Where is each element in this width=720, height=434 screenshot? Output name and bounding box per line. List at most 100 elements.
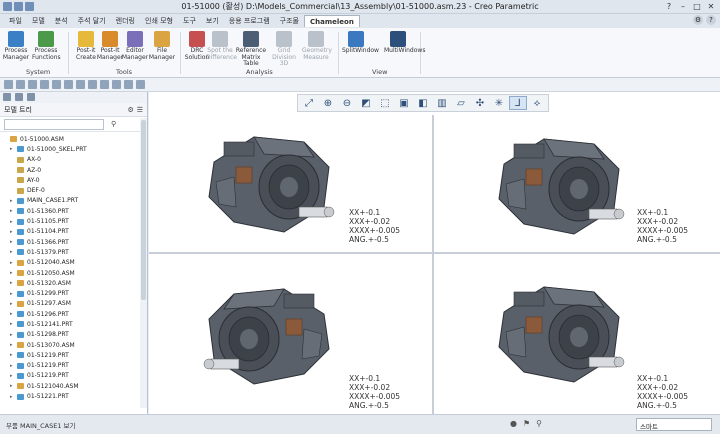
tree-filter-icon[interactable]: ☰ [137,106,143,114]
tree-item[interactable]: ▸ 01-51296.PRT [3,309,144,319]
save-icon[interactable] [28,80,37,89]
tree-item[interactable]: ▸ 01-51219.PRT [3,361,144,371]
datum-planes-icon[interactable]: ▱ [452,96,470,110]
appearance-icon[interactable] [124,80,133,89]
selection-filter-dropdown[interactable]: 스마트 [636,418,712,431]
ribbon-tab[interactable]: 렌더링 [111,15,140,27]
transmission-model-view-1[interactable] [194,112,344,242]
expand-arrow-icon[interactable]: ▸ [10,301,17,307]
help-icon[interactable]: ? [706,15,716,25]
redo-icon[interactable] [52,80,61,89]
tree-item[interactable]: ▸ 01-51320.ASM [3,278,144,288]
reference-matrix-button[interactable]: Reference Matrix Table [234,31,268,68]
expand-arrow-icon[interactable]: ▸ [10,219,17,225]
model-tree-tab-icon[interactable] [3,93,11,101]
editor-manager-button[interactable]: Editor Manager [121,31,149,61]
tree-item[interactable]: ▸ 01-51299.PRT [3,288,144,298]
tree-item[interactable]: 01-51000.ASM [3,134,144,144]
expand-arrow-icon[interactable]: ▸ [10,342,17,348]
regenerate-icon[interactable] [64,80,73,89]
expand-arrow-icon[interactable]: ▸ [10,198,17,204]
tree-item[interactable]: ▸ 01-513070.ASM [3,340,144,350]
graphics-viewport[interactable]: ⤢ ⊕ ⊖ ◩ ⬚ ▣ ◧ ▥ ▱ ✣ ✳ ⅃ ⟡ XX+-0.1 XXX+-0.… [149,92,720,414]
grid-division-button[interactable]: Grid Division 3D [270,31,298,68]
expand-arrow-icon[interactable]: ▸ [10,239,17,245]
ribbon-tab[interactable]: 보기 [201,15,224,27]
print-icon[interactable] [100,80,109,89]
process-functions-button[interactable]: Process Functions [32,31,61,61]
expand-arrow-icon[interactable]: ▸ [10,208,17,214]
repaint-icon[interactable]: ◩ [357,96,375,110]
tree-item[interactable]: ▸ 01-51219.PRT [3,350,144,360]
perspective-icon[interactable]: ▥ [433,96,451,110]
tree-search-input[interactable] [4,118,104,130]
zoom-out-icon[interactable]: ⊖ [338,96,356,110]
split-window-button[interactable]: SplitWindow [342,31,379,55]
settings-icon[interactable]: ⚙ [693,15,703,25]
window-icon[interactable] [76,80,85,89]
tree-item[interactable]: DEF-0 [3,185,144,195]
close-button[interactable]: ✕ [704,1,718,12]
display-style-icon[interactable] [112,80,121,89]
expand-arrow-icon[interactable]: ▸ [10,311,17,317]
expand-arrow-icon[interactable]: ▸ [10,394,17,400]
saved-orientations-icon[interactable]: ⬚ [376,96,394,110]
multi-windows-button[interactable]: MultiWindows [384,31,425,55]
datum-points-icon[interactable]: ✳ [490,96,508,110]
open-icon[interactable] [16,80,25,89]
geometry-measure-button[interactable]: Geometry Measure [302,31,332,61]
spot-difference-button[interactable]: Spot the Difference [206,31,237,61]
expand-arrow-icon[interactable]: ▸ [10,363,17,369]
ribbon-tab[interactable]: 도구 [178,15,201,27]
file-manager-button[interactable]: File Manager [148,31,176,61]
close-window-icon[interactable] [88,80,97,89]
expand-arrow-icon[interactable]: ▸ [10,280,17,286]
display-style-icon[interactable]: ◧ [414,96,432,110]
tree-item[interactable]: AY-0 [3,175,144,185]
expand-arrow-icon[interactable]: ▸ [10,270,17,276]
process-manager-button[interactable]: Process Manager [2,31,30,61]
search-icon[interactable]: ⚲ [111,120,116,128]
ribbon-tab[interactable]: Chameleon [303,15,360,27]
tree-item[interactable]: AX-0 [3,155,144,165]
tree-item[interactable]: ▸ 01-51104.PRT [3,227,144,237]
split-divider-vertical[interactable] [432,115,434,414]
tree-item[interactable]: ▸ 01-512040.ASM [3,258,144,268]
new-icon[interactable] [4,80,13,89]
datum-display-icon[interactable] [136,80,145,89]
ribbon-tab[interactable]: 분석 [50,15,73,27]
favorites-tab-icon[interactable] [27,93,35,101]
flag-icon[interactable]: ⚑ [523,419,530,428]
tree-item[interactable]: ▸ 01-5121040.ASM [3,381,144,391]
post-it-manager-button[interactable]: Post-It Manager [96,31,124,61]
find-icon[interactable]: ⚲ [536,419,542,428]
tree-item[interactable]: ▸ 01-51366.PRT [3,237,144,247]
refit-icon[interactable]: ⤢ [300,96,318,110]
expand-arrow-icon[interactable]: ▸ [10,352,17,358]
ribbon-tab[interactable]: 파일 [4,15,27,27]
expand-arrow-icon[interactable]: ▸ [10,146,17,152]
expand-arrow-icon[interactable]: ▸ [10,249,17,255]
tree-item[interactable]: ▸ 01-51379.PRT [3,247,144,257]
help-button[interactable]: ? [662,1,676,12]
csys-icon[interactable]: ⅃ [509,96,527,110]
undo-icon[interactable] [40,80,49,89]
tree-settings-icon[interactable]: ⚙ [127,106,133,114]
tree-item[interactable]: ▸ 01-51000_SKEL.PRT [3,144,144,154]
ribbon-tab[interactable]: 인쇄 모형 [140,15,178,27]
tree-item[interactable]: ▸ MAIN_CASE1.PRT [3,196,144,206]
expand-arrow-icon[interactable]: ▸ [10,383,17,389]
tree-item[interactable]: ▸ 01-51298.PRT [3,330,144,340]
datum-axes-icon[interactable]: ✣ [471,96,489,110]
tree-item[interactable]: ▸ 01-51297.ASM [3,299,144,309]
expand-arrow-icon[interactable]: ▸ [10,373,17,379]
ribbon-tab[interactable]: 응용 프로그램 [224,15,275,27]
expand-arrow-icon[interactable]: ▸ [10,229,17,235]
transmission-model-view-3[interactable] [189,264,349,394]
ribbon-tab[interactable]: 모델 [27,15,50,27]
expand-arrow-icon[interactable]: ▸ [10,321,17,327]
tree-item[interactable]: AZ-0 [3,165,144,175]
tree-item[interactable]: ▸ 01-512141.PRT [3,319,144,329]
folder-browser-tab-icon[interactable] [15,93,23,101]
tree-item[interactable]: ▸ 01-51221.PRT [3,391,144,401]
